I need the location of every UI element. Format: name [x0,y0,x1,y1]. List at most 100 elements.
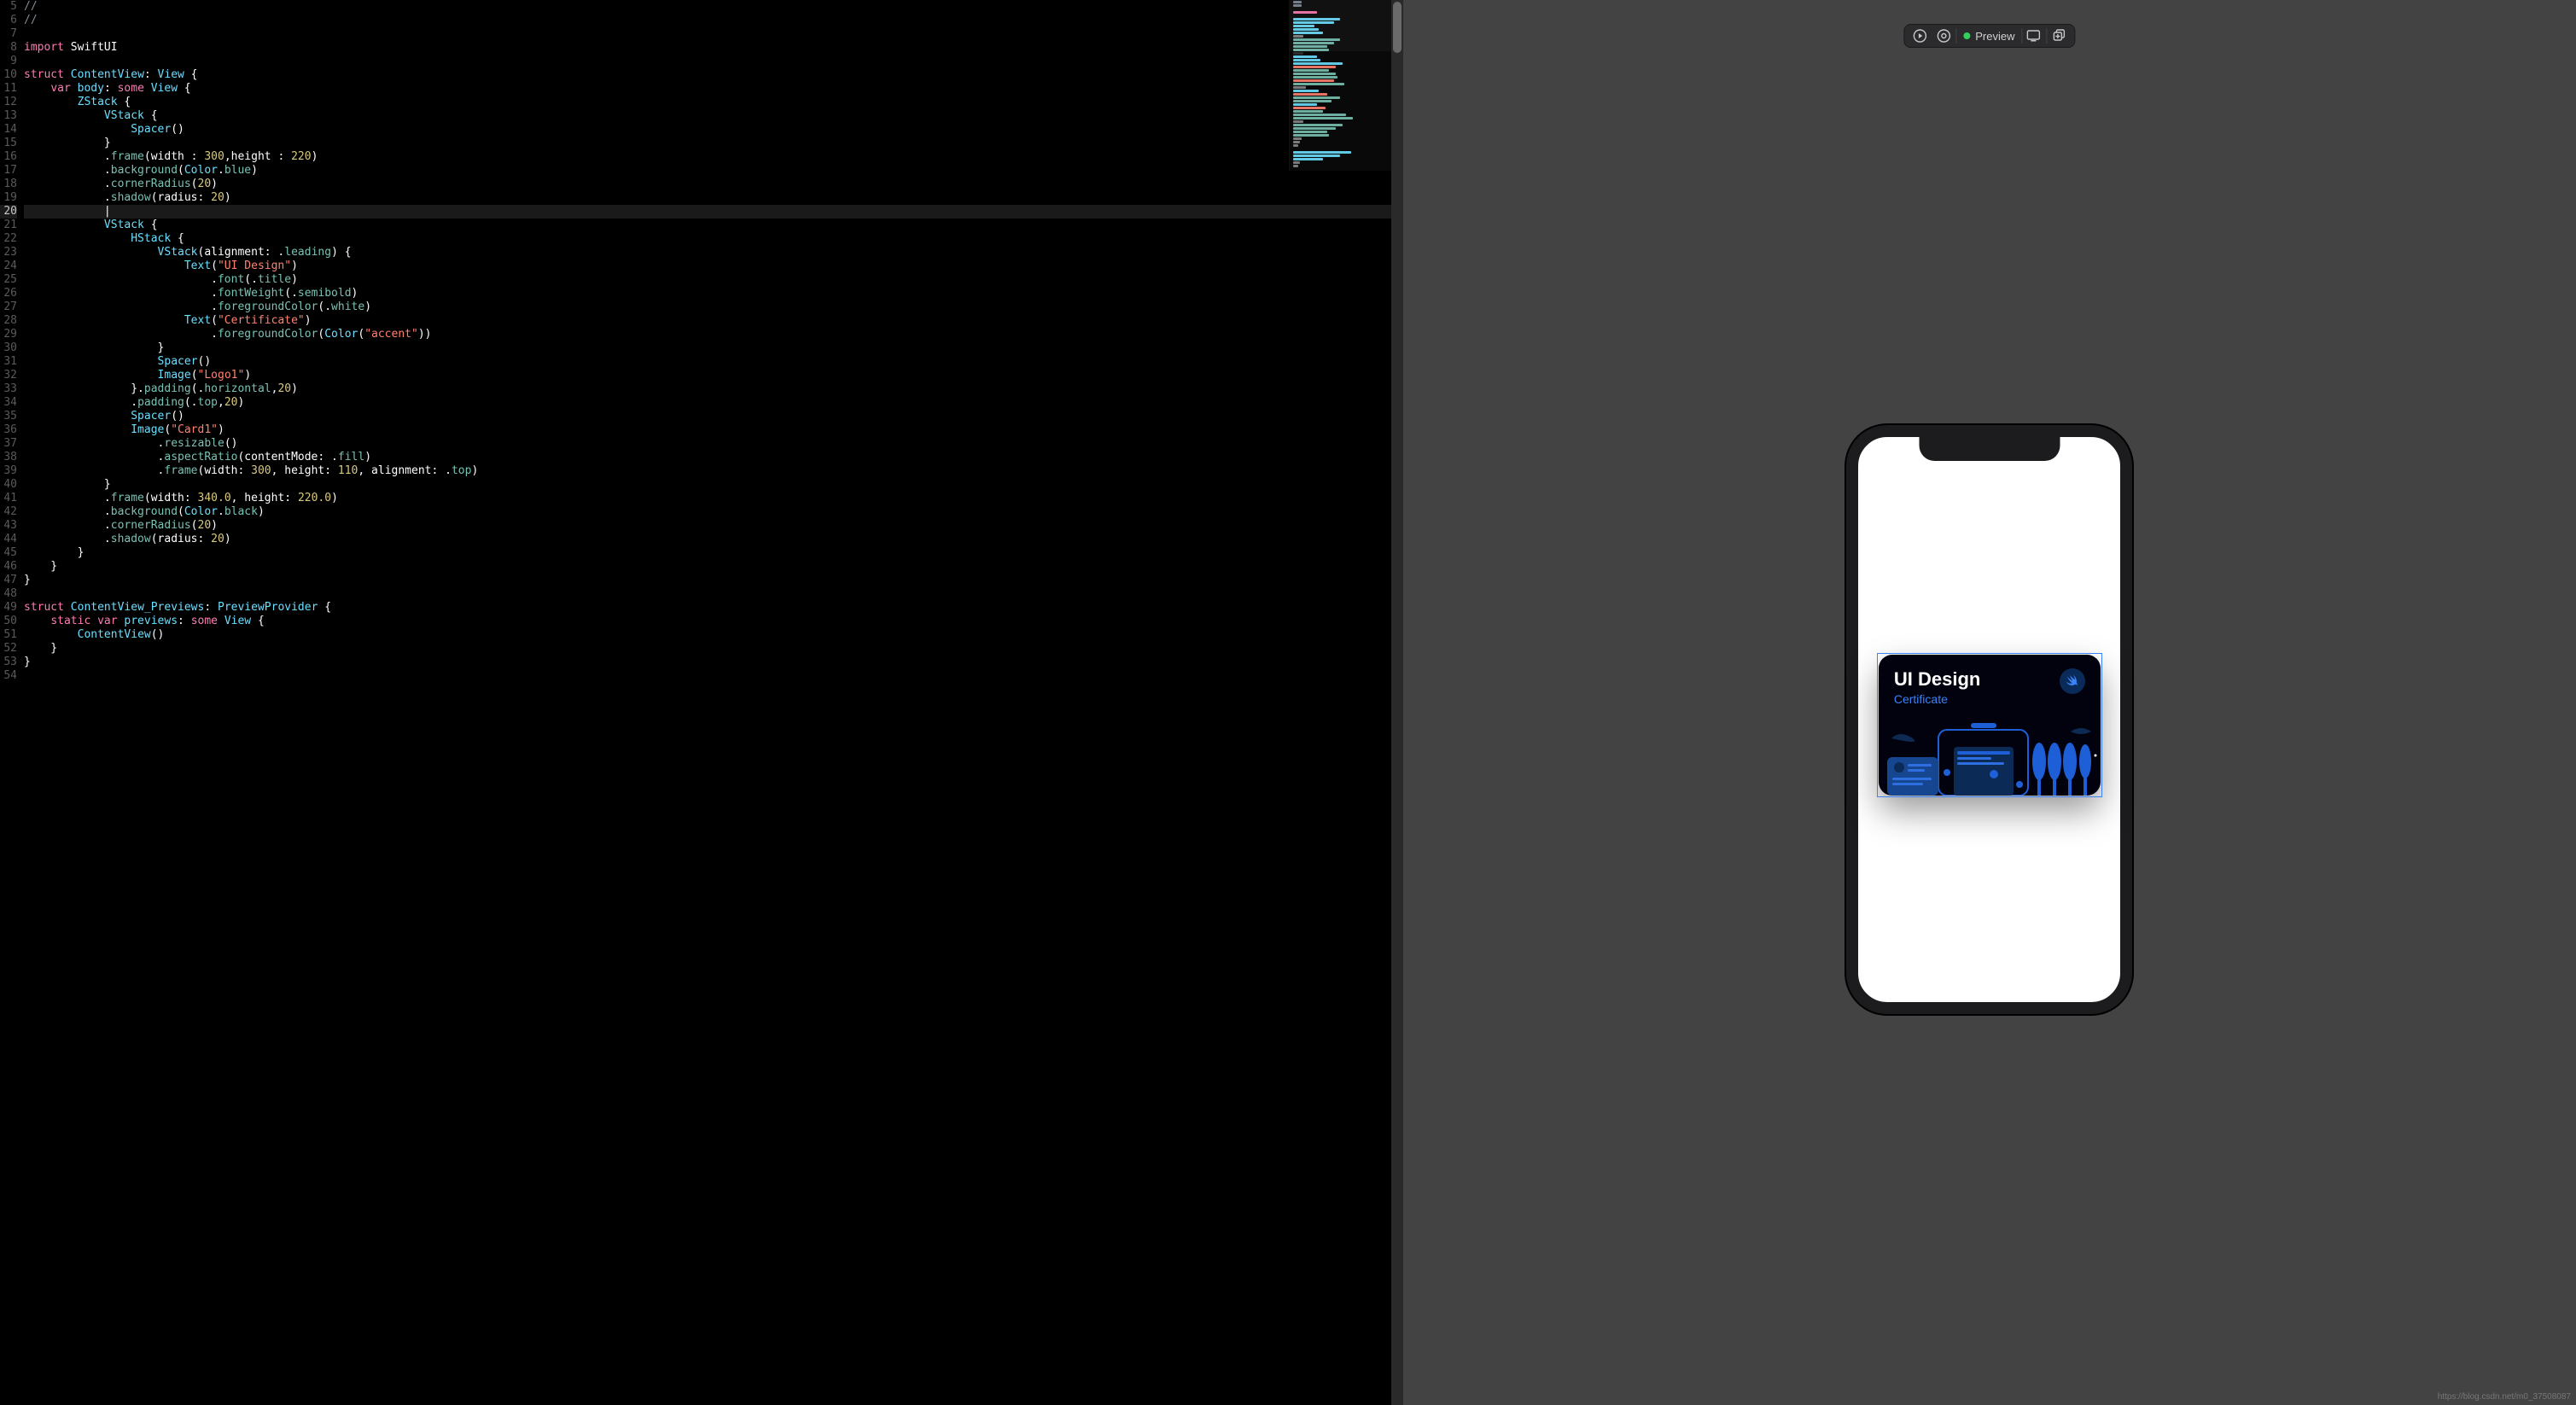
code-line[interactable]: struct ContentView: View { [24,68,1391,82]
line-number: 24 [0,259,17,273]
line-number: 15 [0,137,17,150]
line-number: 54 [0,669,17,683]
line-number: 39 [0,464,17,478]
line-number: 42 [0,505,17,519]
vertical-scrollbar[interactable] [1391,0,1403,1405]
code-line[interactable]: Text("UI Design") [24,259,1391,273]
line-number: 21 [0,219,17,232]
code-line[interactable]: static var previews: some View { [24,615,1391,628]
code-line[interactable]: | [24,205,1391,219]
line-number: 11 [0,82,17,96]
code-line[interactable]: // [24,0,1391,14]
code-line[interactable]: ContentView() [24,628,1391,642]
code-line[interactable]: .foregroundColor(.white) [24,300,1391,314]
code-line[interactable]: .background(Color.blue) [24,164,1391,178]
code-line[interactable]: .resizable() [24,437,1391,451]
line-number: 44 [0,533,17,546]
code-line[interactable]: ZStack { [24,96,1391,109]
code-line[interactable]: Image("Logo1") [24,369,1391,382]
line-number: 46 [0,560,17,574]
preview-status-dot [1963,32,1970,39]
line-number: 35 [0,410,17,423]
line-number: 52 [0,642,17,656]
code-line[interactable]: .aspectRatio(contentMode: .fill) [24,451,1391,464]
line-number: 49 [0,601,17,615]
line-number: 34 [0,396,17,410]
code-line[interactable]: struct ContentView_Previews: PreviewProv… [24,601,1391,615]
code-line[interactable]: } [24,560,1391,574]
line-number: 31 [0,355,17,369]
line-number: 16 [0,150,17,164]
scrollbar-thumb[interactable] [1393,2,1402,53]
code-line[interactable]: VStack(alignment: .leading) { [24,246,1391,259]
code-line[interactable]: .background(Color.black) [24,505,1391,519]
line-number: 25 [0,273,17,287]
code-line[interactable]: Spacer() [24,355,1391,369]
code-line[interactable]: } [24,574,1391,587]
line-number: 28 [0,314,17,328]
code-line[interactable]: } [24,656,1391,669]
minimap-viewport[interactable] [1290,0,1391,51]
line-number: 48 [0,587,17,601]
code-line[interactable]: VStack { [24,109,1391,123]
line-number: 8 [0,41,17,55]
code-line[interactable]: VStack { [24,219,1391,232]
code-line[interactable]: .fontWeight(.semibold) [24,287,1391,300]
code-line[interactable]: // [24,14,1391,27]
code-line[interactable]: Image("Card1") [24,423,1391,437]
line-number: 19 [0,191,17,205]
phone-mockup: UI Design Certificate [1846,425,2132,1014]
preview-status-label: Preview [1975,30,2021,43]
watermark: https://blog.csdn.net/m0_37508087 [2438,1392,2571,1402]
code-line[interactable] [24,669,1391,683]
line-number: 12 [0,96,17,109]
code-line[interactable]: .shadow(radius: 20) [24,191,1391,205]
code-line[interactable] [24,27,1391,41]
preview-pane: Preview UI Design Certificate [1403,0,2576,1405]
code-line[interactable]: import SwiftUI [24,41,1391,55]
device-settings-button[interactable] [2022,24,2046,48]
line-number: 45 [0,546,17,560]
code-line[interactable]: } [24,137,1391,150]
line-number: 14 [0,123,17,137]
code-line[interactable]: .shadow(radius: 20) [24,533,1391,546]
code-line[interactable]: Spacer() [24,123,1391,137]
line-number: 20 [0,205,17,219]
card-subtitle: Certificate [1894,692,1980,706]
code-line[interactable]: .padding(.top,20) [24,396,1391,410]
code-line[interactable]: .foregroundColor(Color("accent")) [24,328,1391,341]
line-number: 23 [0,246,17,259]
preview-content[interactable]: UI Design Certificate [1879,655,2101,796]
line-number: 36 [0,423,17,437]
code-line[interactable]: } [24,341,1391,355]
code-line[interactable]: HStack { [24,232,1391,246]
live-preview-play-button[interactable] [1908,24,1932,48]
code-line[interactable]: } [24,546,1391,560]
code-line[interactable]: .frame(width : 300,height : 220) [24,150,1391,164]
line-number: 9 [0,55,17,68]
code-line[interactable]: .frame(width: 300, height: 110, alignmen… [24,464,1391,478]
code-line[interactable] [24,55,1391,68]
code-line[interactable]: Text("Certificate") [24,314,1391,328]
line-number: 18 [0,178,17,191]
preview-toolbar: Preview [1903,24,2075,48]
minimap[interactable] [1289,0,1391,171]
code-line[interactable]: var body: some View { [24,82,1391,96]
code-line[interactable] [24,587,1391,601]
line-number-gutter: 5678910111213141516171819202122232425262… [0,0,24,1405]
line-number: 27 [0,300,17,314]
preview-pin-button[interactable] [1932,24,1955,48]
code-line[interactable]: .cornerRadius(20) [24,178,1391,191]
code-line[interactable]: } [24,642,1391,656]
code-area[interactable]: //// import SwiftUI struct ContentView: Vi… [24,0,1391,1405]
code-line[interactable]: Spacer() [24,410,1391,423]
code-line[interactable]: }.padding(.horizontal,20) [24,382,1391,396]
code-line[interactable]: .font(.title) [24,273,1391,287]
duplicate-preview-button[interactable] [2047,24,2071,48]
code-line[interactable]: } [24,478,1391,492]
line-number: 22 [0,232,17,246]
line-number: 43 [0,519,17,533]
code-line[interactable]: .frame(width: 340.0, height: 220.0) [24,492,1391,505]
code-line[interactable]: .cornerRadius(20) [24,519,1391,533]
line-number: 53 [0,656,17,669]
